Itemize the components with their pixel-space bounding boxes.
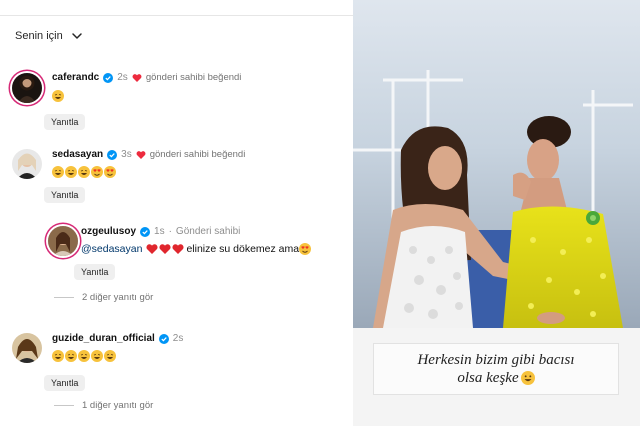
comment-text bbox=[52, 90, 64, 102]
heart-icon bbox=[132, 73, 142, 82]
laughing-emoji-icon bbox=[78, 166, 90, 178]
laughing-emoji-icon bbox=[65, 350, 77, 362]
heart-eyes-emoji-icon bbox=[299, 243, 312, 255]
filter-label: Senin için bbox=[15, 30, 63, 42]
heart-eyes-emoji-icon bbox=[91, 166, 103, 178]
mention-link[interactable]: @sedasayan bbox=[81, 243, 142, 255]
reply-button[interactable]: Yanıtla bbox=[44, 187, 86, 203]
caption-line-1: Herkesin bizim gibi bacısı bbox=[417, 352, 575, 368]
reply-text: @sedasayan elinize su dökemez ama bbox=[81, 243, 312, 255]
caption-line-2: olsa keşke bbox=[457, 370, 519, 386]
view-replies-text: 1 diğer yanıtı gör bbox=[82, 400, 154, 411]
heart-eyes-emoji-icon bbox=[104, 166, 116, 178]
reply-button[interactable]: Yanıtla bbox=[74, 264, 116, 280]
reply-username[interactable]: ozgeulusoy bbox=[81, 226, 136, 237]
liked-by-author-text: gönderi sahibi beğendi bbox=[149, 149, 246, 160]
comment-username[interactable]: caferandc bbox=[52, 72, 99, 83]
reply-button[interactable]: Yanıtla bbox=[44, 114, 86, 130]
laughing-emoji-icon bbox=[78, 350, 90, 362]
verified-badge-icon bbox=[103, 72, 114, 83]
divider-line bbox=[54, 405, 74, 406]
laughing-emoji-icon bbox=[91, 350, 103, 362]
laughing-emoji-icon bbox=[52, 350, 64, 362]
avatar[interactable] bbox=[12, 149, 42, 179]
liked-by-author-text: gönderi sahibi beğendi bbox=[145, 72, 242, 83]
comment-time: 3s bbox=[121, 149, 132, 160]
grinning-emoji-icon bbox=[520, 371, 535, 385]
reply-button[interactable]: Yanıtla bbox=[44, 375, 86, 391]
laughing-emoji-icon bbox=[52, 166, 64, 178]
chevron-down-icon bbox=[71, 33, 82, 39]
view-replies-link[interactable]: 1 diğer yanıtı gör bbox=[54, 400, 153, 411]
red-heart-emoji-icon bbox=[146, 244, 158, 254]
verified-badge-icon bbox=[140, 226, 151, 237]
view-replies-link[interactable]: 2 diğer yanıtı gör bbox=[54, 292, 153, 303]
verified-badge-icon bbox=[158, 333, 169, 344]
verified-badge-icon bbox=[107, 149, 118, 160]
laughing-emoji-icon bbox=[52, 90, 64, 102]
reply-body: elinize su dökemez ama bbox=[186, 243, 300, 255]
post-owner-label: Gönderi sahibi bbox=[175, 226, 241, 237]
comments-panel: Senin için caferandc 2s gönderi sahibi b… bbox=[0, 0, 353, 426]
comment-username[interactable]: guzide_duran_official bbox=[52, 333, 155, 344]
comment-username[interactable]: sedasayan bbox=[52, 149, 103, 160]
laughing-emoji-icon bbox=[65, 166, 77, 178]
red-heart-emoji-icon bbox=[159, 244, 171, 254]
comment-text bbox=[52, 350, 116, 362]
top-divider bbox=[0, 0, 353, 16]
red-heart-emoji-icon bbox=[172, 244, 184, 254]
caption-area: Herkesin bizim gibi bacısı olsa keşke bbox=[353, 328, 640, 426]
avatar[interactable] bbox=[48, 226, 78, 256]
avatar[interactable] bbox=[12, 333, 42, 363]
post-image-panel: Herkesin bizim gibi bacısı olsa keşke bbox=[353, 0, 640, 426]
avatar[interactable] bbox=[12, 73, 42, 103]
comment-time: 2s bbox=[172, 333, 184, 344]
caption-box: Herkesin bizim gibi bacısı olsa keşke bbox=[373, 343, 619, 395]
post-photo[interactable] bbox=[353, 0, 640, 328]
reply-time: 1s bbox=[154, 226, 165, 237]
comment-time: 2s bbox=[117, 72, 128, 83]
divider-line bbox=[54, 297, 74, 298]
comment-filter-dropdown[interactable]: Senin için bbox=[15, 30, 83, 42]
view-replies-text: 2 diğer yanıtı gör bbox=[82, 292, 154, 303]
heart-icon bbox=[136, 150, 146, 159]
laughing-emoji-icon bbox=[104, 350, 116, 362]
comment-text bbox=[52, 166, 116, 178]
